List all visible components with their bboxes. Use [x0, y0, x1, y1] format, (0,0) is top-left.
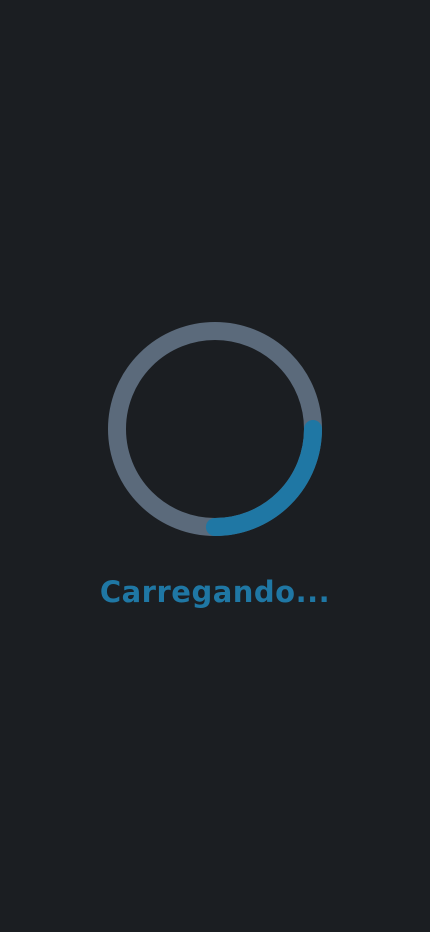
loading-screen: Carregando... [0, 0, 430, 932]
loading-label: Carregando... [99, 575, 331, 609]
loading-spinner [108, 322, 322, 536]
